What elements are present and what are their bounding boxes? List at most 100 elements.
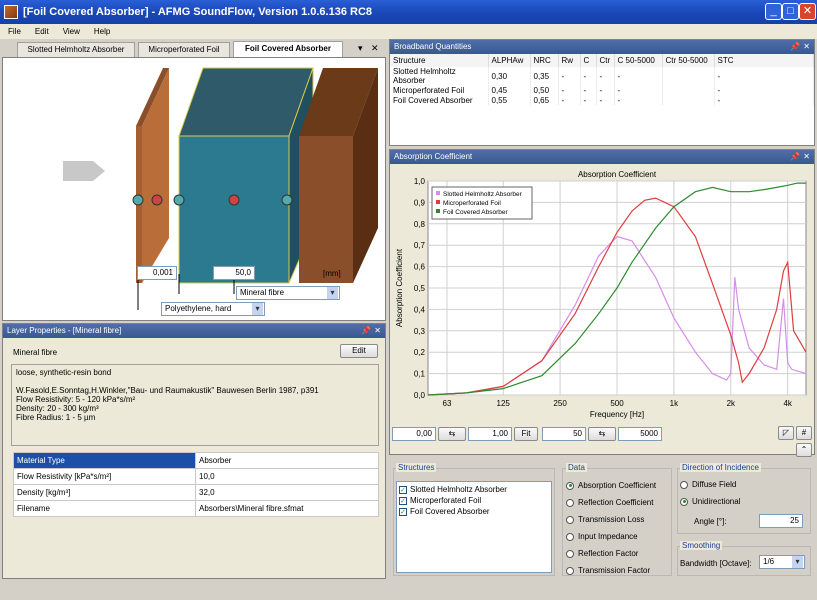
bandwidth-label: Bandwidth [Octave]:: [680, 559, 752, 568]
structure-checkbox[interactable]: ✓ Slotted Helmholtz Absorber: [399, 484, 549, 495]
table-cell: -: [580, 95, 597, 105]
maximize-button[interactable]: □: [782, 3, 799, 20]
column-header[interactable]: Ctr: [596, 54, 615, 67]
layer-handle-icon[interactable]: [228, 194, 240, 206]
column-header[interactable]: C: [580, 54, 597, 67]
x-tick-label: 1k: [670, 399, 679, 408]
table-cell: -: [580, 67, 597, 85]
material-fibre-select[interactable]: Mineral fibre: [236, 286, 340, 300]
property-key: Density [kg/m³]: [13, 484, 196, 501]
y-tick-label: 0,6: [414, 263, 426, 272]
column-header[interactable]: Ctr 50-5000: [662, 54, 715, 67]
x-tick-label: 500: [610, 399, 624, 408]
y-axis-label: Absorption Coefficient: [395, 248, 404, 327]
column-header[interactable]: NRC: [530, 54, 559, 67]
table-cell: 0,35: [530, 67, 559, 85]
angle-input[interactable]: 25: [759, 514, 803, 528]
y-max-input[interactable]: 1,00: [468, 427, 512, 441]
column-header[interactable]: C 50-5000: [614, 54, 663, 67]
f-range-swap-button[interactable]: ⇆: [588, 427, 616, 441]
radio-reflection-coefficient[interactable]: Reflection Coefficient: [566, 498, 653, 507]
material-foil-select[interactable]: Polyethylene, hard: [161, 302, 265, 316]
description-line: Density: 20 - 300 kg/m³: [16, 404, 99, 413]
radio-input-impedance[interactable]: Input Impedance: [566, 532, 638, 541]
radio-absorption-coefficient[interactable]: Absorption Coefficient: [566, 481, 656, 490]
tab-dropdown-icon[interactable]: ▾: [358, 43, 363, 54]
menu-file[interactable]: File: [8, 27, 21, 36]
table-row[interactable]: Flow Resistivity [kPa*s/m²] 10,0: [13, 468, 379, 485]
pin-icon[interactable]: 📌: [790, 40, 800, 54]
tab-microperforated-foil[interactable]: Microperforated Foil: [138, 42, 230, 57]
property-value[interactable]: Absorbers\Mineral fibre.sfmat: [195, 500, 379, 517]
collapse-up-icon[interactable]: ⌃: [796, 443, 812, 457]
structures-list: ✓ Slotted Helmholtz Absorber ✓ Microperfor…: [396, 481, 552, 573]
table-cell: [662, 85, 715, 95]
property-value[interactable]: 32,0: [195, 484, 379, 501]
edit-button[interactable]: Edit: [340, 344, 378, 358]
radio-transmission-loss[interactable]: Transmission Loss: [566, 515, 644, 524]
chart-settings-icon[interactable]: ◸: [778, 426, 794, 440]
column-header[interactable]: Structure: [390, 54, 489, 67]
radio-transmission-factor[interactable]: Transmission Factor: [566, 566, 650, 575]
table-cell: -: [614, 67, 663, 85]
absorption-header: Absorption Coefficient 📌 ✕: [390, 150, 814, 164]
close-icon[interactable]: ✕: [803, 40, 810, 54]
column-header[interactable]: Rw: [558, 54, 581, 67]
close-icon[interactable]: ✕: [374, 324, 381, 338]
property-value[interactable]: 10,0: [195, 468, 379, 485]
layer-handle-icon[interactable]: [132, 194, 144, 206]
minimize-button[interactable]: _: [765, 3, 782, 20]
layer-handle-icon[interactable]: [173, 194, 185, 206]
layer-handle-icon[interactable]: [151, 194, 163, 206]
table-cell: Slotted Helmholtz Absorber: [390, 67, 489, 85]
tab-foil-covered-absorber[interactable]: Foil Covered Absorber: [233, 41, 343, 57]
table-row[interactable]: Slotted Helmholtz Absorber 0,30 0,35- - - - -: [390, 67, 814, 85]
f-min-input[interactable]: 50: [542, 427, 586, 441]
y-tick-label: 0,8: [414, 220, 426, 229]
material-name: Mineral fibre: [13, 348, 58, 357]
layer-handle-icon[interactable]: [281, 194, 293, 206]
radio-diffuse-field[interactable]: Diffuse Field: [680, 480, 736, 489]
absorption-chart[interactable]: 0,0 0,1 0,2 0,3 0,4 0,5 0,6 0,7 0,8 0,9 1,0 63 125 25…: [390, 165, 814, 425]
table-cell: 0,45: [488, 85, 531, 95]
y-tick-label: 0,2: [414, 348, 426, 357]
thickness-foil-input[interactable]: 0,001: [137, 266, 177, 280]
menu-edit[interactable]: Edit: [35, 27, 49, 36]
structure-checkbox[interactable]: ✓ Foil Covered Absorber: [399, 506, 549, 517]
menu-view[interactable]: View: [63, 27, 80, 36]
column-header[interactable]: ALPHAw: [488, 54, 531, 67]
close-icon[interactable]: ✕: [803, 150, 810, 164]
f-max-input[interactable]: 5000: [618, 427, 662, 441]
thickness-fibre-input[interactable]: 50,0: [213, 266, 255, 280]
table-row[interactable]: Filename Absorbers\Mineral fibre.sfmat: [13, 500, 379, 517]
pin-icon[interactable]: 📌: [790, 150, 800, 164]
title-bar: [Foil Covered Absorber] - AFMG SoundFlow…: [0, 0, 817, 24]
close-button[interactable]: ✕: [799, 3, 816, 20]
table-row[interactable]: Density [kg/m³] 32,0: [13, 484, 379, 501]
grid-toggle-icon[interactable]: #: [796, 426, 812, 440]
description-line: [16, 377, 374, 386]
x-tick-label: 250: [553, 399, 567, 408]
y-tick-label: 0,3: [414, 327, 426, 336]
menu-help[interactable]: Help: [94, 27, 110, 36]
angle-label: Angle [°]:: [694, 517, 727, 526]
fit-button[interactable]: Fit: [514, 427, 538, 441]
data-title: Data: [566, 463, 587, 472]
radio-reflection-factor[interactable]: Reflection Factor: [566, 549, 638, 558]
y-min-input[interactable]: 0,00: [392, 427, 436, 441]
table-row[interactable]: Foil Covered Absorber 0,55 0,65- - - - -: [390, 95, 814, 105]
tab-close-icon[interactable]: ✕: [371, 43, 379, 54]
table-cell: 0,55: [488, 95, 531, 105]
y-range-swap-button[interactable]: ⇆: [438, 427, 466, 441]
radio-unidirectional[interactable]: Unidirectional: [680, 497, 740, 506]
structure-checkbox[interactable]: ✓ Microperforated Foil: [399, 495, 549, 506]
tab-slotted-helmholtz[interactable]: Slotted Helmholtz Absorber: [17, 42, 135, 57]
pin-icon[interactable]: 📌: [361, 324, 371, 338]
column-header[interactable]: STC: [714, 54, 814, 67]
description-line: Flow Resistivity: 5 - 120 kPa*s/m²: [16, 395, 136, 404]
table-row[interactable]: Microperforated Foil 0,45 0,50- - - - -: [390, 85, 814, 95]
bandwidth-select[interactable]: 1/6: [759, 555, 805, 569]
broadband-table: Structure ALPHAw NRC Rw C Ctr C 50-5000 …: [390, 54, 814, 105]
table-row[interactable]: Material Type Absorber: [13, 452, 379, 469]
property-value[interactable]: Absorber: [195, 452, 379, 469]
